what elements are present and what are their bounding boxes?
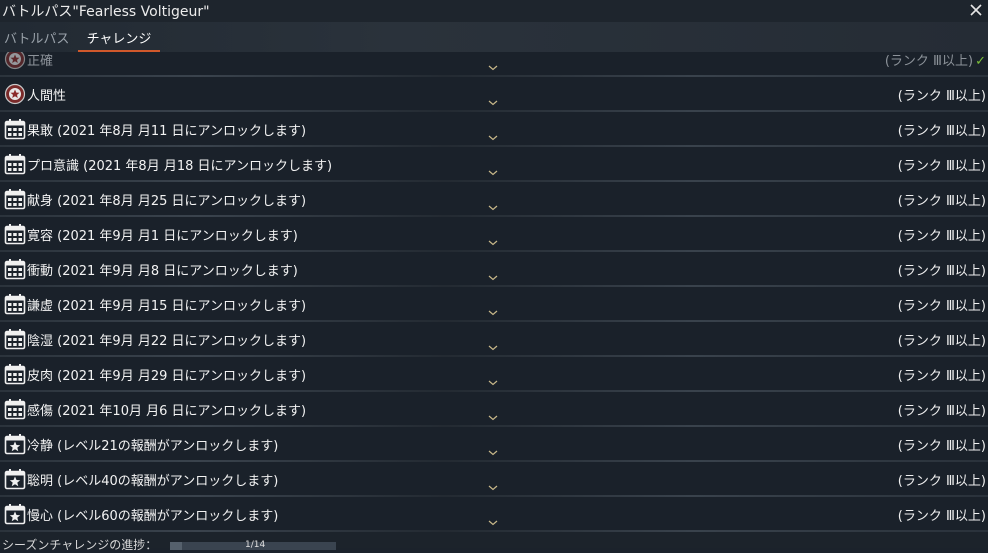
star-calendar-icon bbox=[4, 503, 26, 525]
tab-challenges[interactable]: チャレンジ bbox=[78, 28, 160, 52]
rank-text: (ランク Ⅲ以上) bbox=[897, 299, 986, 314]
rank-text: (ランク Ⅲ以上) bbox=[897, 439, 986, 454]
challenge-row[interactable]: 人間性 (ランク Ⅲ以上) bbox=[0, 77, 988, 112]
star-calendar-icon bbox=[4, 433, 26, 455]
challenge-name: 聡明 (レベル40の報酬がアンロックします) bbox=[27, 474, 279, 489]
challenge-rank-requirement: (ランク Ⅲ以上) bbox=[898, 190, 986, 209]
challenge-row[interactable]: 聡明 (レベル40の報酬がアンロックします) (ランク Ⅲ以上) bbox=[0, 462, 988, 497]
challenge-rank-requirement: (ランク Ⅲ以上) bbox=[898, 365, 986, 384]
rank-text: (ランク Ⅲ以上) bbox=[897, 334, 986, 349]
challenge-row[interactable]: 感傷 (2021 年10月 月6 日にアンロックします) (ランク Ⅲ以上) bbox=[0, 392, 988, 427]
chevron-down-icon[interactable] bbox=[488, 205, 498, 211]
calendar-icon bbox=[4, 293, 26, 315]
chevron-down-icon[interactable] bbox=[488, 240, 498, 246]
rank-text: (ランク Ⅲ以上) bbox=[897, 509, 986, 524]
chevron-down-icon[interactable] bbox=[488, 65, 498, 71]
season-progress-text: 1/14 bbox=[245, 540, 266, 550]
chevron-down-icon[interactable] bbox=[488, 310, 498, 316]
chevron-down-icon[interactable] bbox=[488, 100, 498, 106]
challenge-name: 冷静 (レベル21の報酬がアンロックします) bbox=[27, 439, 279, 454]
challenge-name: 果敢 (2021 年8月 月11 日にアンロックします) bbox=[27, 124, 307, 139]
challenge-name: 陰湿 (2021 年9月 月22 日にアンロックします) bbox=[27, 334, 307, 349]
rank-text: (ランク Ⅲ以上) bbox=[897, 369, 986, 384]
challenge-name: 人間性 bbox=[27, 89, 67, 104]
badge-icon bbox=[4, 83, 26, 105]
challenge-rank-requirement: (ランク Ⅲ以上) bbox=[898, 470, 986, 489]
challenge-rank-requirement: (ランク Ⅲ以上) bbox=[898, 435, 986, 454]
chevron-down-icon[interactable] bbox=[488, 450, 498, 456]
challenge-name: 感傷 (2021 年10月 月6 日にアンロックします) bbox=[27, 404, 307, 419]
star-calendar-icon bbox=[4, 468, 26, 490]
challenge-rank-requirement: (ランク Ⅲ以上) bbox=[898, 225, 986, 244]
rank-text: (ランク Ⅲ以上) bbox=[897, 194, 986, 209]
title-bar: バトルパス"Fearless Voltigeur" bbox=[0, 0, 988, 22]
challenge-rank-requirement: (ランク Ⅲ以上) bbox=[898, 400, 986, 419]
challenge-name: 衝動 (2021 年9月 月8 日にアンロックします) bbox=[27, 264, 298, 279]
chevron-down-icon[interactable] bbox=[488, 415, 498, 421]
calendar-icon bbox=[4, 118, 26, 140]
challenge-rank-requirement: (ランク Ⅲ以上) bbox=[898, 260, 986, 279]
challenge-name: プロ意識 (2021 年8月 月18 日にアンロックします) bbox=[27, 159, 333, 174]
calendar-icon bbox=[4, 363, 26, 385]
calendar-icon bbox=[4, 223, 26, 245]
challenge-row[interactable]: 慢心 (レベル60の報酬がアンロックします) (ランク Ⅲ以上) bbox=[0, 497, 988, 532]
rank-text: (ランク Ⅲ以上) bbox=[897, 89, 986, 104]
rank-text: (ランク Ⅲ以上) bbox=[897, 474, 986, 489]
chevron-down-icon[interactable] bbox=[488, 380, 498, 386]
window-title: バトルパス"Fearless Voltigeur" bbox=[2, 4, 210, 20]
badge-icon bbox=[4, 52, 26, 70]
rank-text: (ランク Ⅲ以上) bbox=[897, 404, 986, 419]
challenge-rank-requirement: (ランク Ⅲ以上) bbox=[898, 505, 986, 524]
challenge-rank-requirement: (ランク Ⅲ以上) ✓ bbox=[885, 52, 986, 69]
challenge-name: 正確 bbox=[27, 54, 54, 69]
chevron-down-icon[interactable] bbox=[488, 170, 498, 176]
challenge-row[interactable]: 皮肉 (2021 年9月 月29 日にアンロックします) (ランク Ⅲ以上) bbox=[0, 357, 988, 392]
rank-text: (ランク Ⅲ以上) bbox=[897, 159, 986, 174]
challenge-list: 正確 (ランク Ⅲ以上) ✓ 人間性 (ランク Ⅲ以上) 果敢 (2021 年8月 月11… bbox=[0, 52, 988, 532]
challenge-rank-requirement: (ランク Ⅲ以上) bbox=[898, 120, 986, 139]
checkmark-icon: ✓ bbox=[975, 54, 986, 69]
tab-bar: バトルパス チャレンジ bbox=[0, 22, 988, 52]
rank-text: (ランク Ⅲ以上) bbox=[897, 264, 986, 279]
challenge-row[interactable]: プロ意識 (2021 年8月 月18 日にアンロックします) (ランク Ⅲ以上) bbox=[0, 147, 988, 182]
close-icon[interactable] bbox=[968, 1, 984, 19]
calendar-icon bbox=[4, 328, 26, 350]
challenge-name: 寛容 (2021 年9月 月1 日にアンロックします) bbox=[27, 229, 298, 244]
challenge-rank-requirement: (ランク Ⅲ以上) bbox=[898, 295, 986, 314]
challenge-row[interactable]: 陰湿 (2021 年9月 月22 日にアンロックします) (ランク Ⅲ以上) bbox=[0, 322, 988, 357]
calendar-icon bbox=[4, 188, 26, 210]
rank-text: (ランク Ⅲ以上) bbox=[897, 229, 986, 244]
rank-text: (ランク Ⅲ以上) bbox=[897, 124, 986, 139]
challenge-name: 慢心 (レベル60の報酬がアンロックします) bbox=[27, 509, 279, 524]
challenge-row[interactable]: 献身 (2021 年8月 月25 日にアンロックします) (ランク Ⅲ以上) bbox=[0, 182, 988, 217]
calendar-icon bbox=[4, 153, 26, 175]
footer: シーズンチャレンジの進捗： 1/14 bbox=[0, 532, 988, 552]
challenge-name: 皮肉 (2021 年9月 月29 日にアンロックします) bbox=[27, 369, 307, 384]
chevron-down-icon[interactable] bbox=[488, 135, 498, 141]
season-progress-label: シーズンチャレンジの進捗： bbox=[2, 538, 158, 552]
challenge-row[interactable]: 果敢 (2021 年8月 月11 日にアンロックします) (ランク Ⅲ以上) bbox=[0, 112, 988, 147]
challenge-row[interactable]: 謙虚 (2021 年9月 月15 日にアンロックします) (ランク Ⅲ以上) bbox=[0, 287, 988, 322]
challenge-row[interactable]: 正確 (ランク Ⅲ以上) ✓ bbox=[0, 52, 988, 77]
calendar-icon bbox=[4, 258, 26, 280]
chevron-down-icon[interactable] bbox=[488, 520, 498, 526]
challenge-name: 謙虚 (2021 年9月 月15 日にアンロックします) bbox=[27, 299, 307, 314]
challenge-row[interactable]: 冷静 (レベル21の報酬がアンロックします) (ランク Ⅲ以上) bbox=[0, 427, 988, 462]
challenge-rank-requirement: (ランク Ⅲ以上) bbox=[898, 330, 986, 349]
chevron-down-icon[interactable] bbox=[488, 345, 498, 351]
challenge-name: 献身 (2021 年8月 月25 日にアンロックします) bbox=[27, 194, 307, 209]
challenge-rank-requirement: (ランク Ⅲ以上) bbox=[898, 155, 986, 174]
challenge-row[interactable]: 寛容 (2021 年9月 月1 日にアンロックします) (ランク Ⅲ以上) bbox=[0, 217, 988, 252]
season-progress-fill bbox=[170, 542, 182, 550]
tab-battle-pass[interactable]: バトルパス bbox=[4, 28, 69, 47]
challenge-row[interactable]: 衝動 (2021 年9月 月8 日にアンロックします) (ランク Ⅲ以上) bbox=[0, 252, 988, 287]
rank-text: (ランク Ⅲ以上) bbox=[884, 54, 974, 69]
challenge-rank-requirement: (ランク Ⅲ以上) bbox=[898, 85, 986, 104]
calendar-icon bbox=[4, 398, 26, 420]
chevron-down-icon[interactable] bbox=[488, 275, 498, 281]
chevron-down-icon[interactable] bbox=[488, 485, 498, 491]
